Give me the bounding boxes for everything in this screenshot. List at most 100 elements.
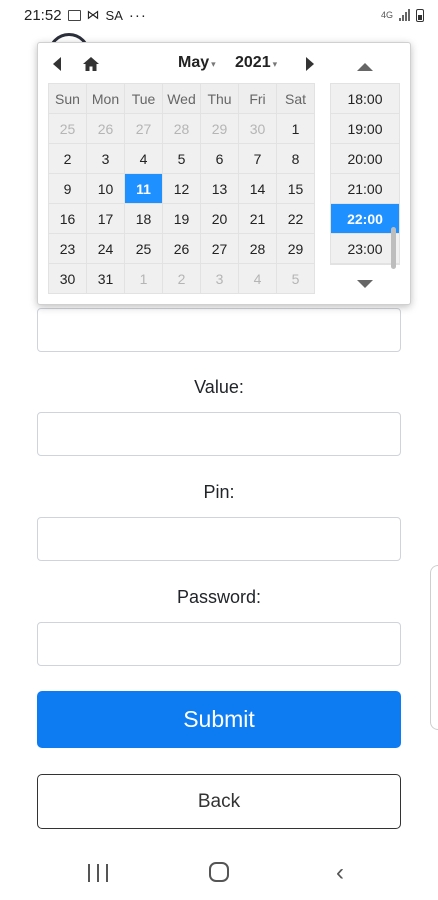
datetime-picker: May ▾ 2021 ▾ Sun Mon Tue Wed Thu Fri Sat 25 26 27 2… — [37, 42, 411, 305]
calendar-day[interactable]: 15 — [276, 173, 315, 204]
calendar-day[interactable]: 1 — [276, 113, 315, 144]
recent-apps-icon[interactable] — [88, 864, 108, 882]
calendar-day[interactable]: 26 — [86, 113, 125, 144]
weekday-header: Sat — [276, 83, 315, 114]
calendar-day[interactable]: 22 — [276, 203, 315, 234]
calendar-day[interactable]: 13 — [200, 173, 239, 204]
more-notifications-icon: ··· — [128, 6, 147, 24]
time-option[interactable]: 21:00 — [331, 174, 399, 204]
time-scrollbar[interactable] — [391, 227, 396, 269]
status-right: 4G — [380, 8, 424, 22]
calendar-day[interactable]: 4 — [238, 263, 277, 294]
calendar-week: 16 17 18 19 20 21 22 — [48, 203, 315, 234]
calendar-day[interactable]: 10 — [86, 173, 125, 204]
time-option-selected[interactable]: 22:00 — [331, 204, 399, 234]
submit-button[interactable]: Submit — [37, 691, 401, 748]
calendar-day[interactable]: 27 — [200, 233, 239, 264]
calendar-day[interactable]: 4 — [124, 143, 163, 174]
time-option[interactable]: 20:00 — [331, 144, 399, 174]
time-option[interactable]: 18:00 — [331, 84, 399, 114]
status-left: 21:52 ⋈ SA ··· — [24, 7, 147, 24]
next-month-icon[interactable] — [306, 57, 314, 71]
carrier-label: SA — [105, 7, 123, 23]
status-time: 21:52 — [24, 6, 62, 24]
prev-month-icon[interactable] — [53, 57, 61, 71]
calendar-day[interactable]: 17 — [86, 203, 125, 234]
calendar-day[interactable]: 12 — [162, 173, 201, 204]
back-button[interactable]: Back — [37, 774, 401, 829]
calendar-day[interactable]: 16 — [48, 203, 87, 234]
year-select[interactable]: 2021 ▾ — [235, 54, 277, 72]
weekday-header: Thu — [200, 83, 239, 114]
time-option[interactable]: 19:00 — [331, 114, 399, 144]
back-nav-icon[interactable]: ‹ — [336, 861, 344, 885]
calendar-week: 23 24 25 26 27 28 29 — [48, 233, 315, 264]
year-caret-icon: ▾ — [272, 59, 278, 69]
calendar-week: 30 31 1 2 3 4 5 — [48, 263, 315, 294]
calendar-day[interactable]: 28 — [162, 113, 201, 144]
home-icon[interactable] — [82, 56, 100, 72]
value-input[interactable] — [37, 412, 401, 456]
status-bar: 21:52 ⋈ SA ··· 4G — [0, 0, 438, 30]
battery-icon — [416, 8, 424, 22]
calendar-day[interactable]: 20 — [200, 203, 239, 234]
calendar-day[interactable]: 6 — [200, 143, 239, 174]
value-label: Value: — [194, 377, 244, 397]
calendar-body: 25 26 27 28 29 30 1 2 3 4 5 6 7 8 9 10 11 12 13 14 15 16 17 18 1… — [48, 113, 315, 294]
calendar-day[interactable]: 31 — [86, 263, 125, 294]
gallery-icon — [67, 9, 81, 21]
home-button-icon[interactable] — [209, 862, 229, 882]
network-type: 4G — [380, 10, 393, 20]
weekday-header: Mon — [86, 83, 125, 114]
time-up-icon[interactable] — [357, 63, 373, 71]
calendar-day[interactable]: 29 — [276, 233, 315, 264]
calendar-day[interactable]: 19 — [162, 203, 201, 234]
edge-panel-handle[interactable] — [430, 565, 438, 730]
calendar-day[interactable]: 3 — [200, 263, 239, 294]
signal-icon — [399, 9, 410, 21]
calendar-header: May ▾ 2021 ▾ — [48, 51, 320, 79]
month-select[interactable]: May ▾ — [178, 54, 216, 72]
calendar-day[interactable]: 18 — [124, 203, 163, 234]
calendar-grid: Sun Mon Tue Wed Thu Fri Sat 25 26 27 28 29 30 1 2 3 4 5 6… — [48, 83, 315, 294]
weekday-header: Wed — [162, 83, 201, 114]
calendar-day[interactable]: 25 — [48, 113, 87, 144]
month-label: May — [178, 54, 210, 71]
calendar-day[interactable]: 29 — [200, 113, 239, 144]
calendar-day[interactable]: 7 — [238, 143, 277, 174]
calendar-week: 9 10 11 12 13 14 15 — [48, 173, 315, 204]
calendar-day[interactable]: 30 — [238, 113, 277, 144]
calendar-day[interactable]: 27 — [124, 113, 163, 144]
time-column: 18:00 19:00 20:00 21:00 22:00 23:00 — [330, 51, 402, 296]
calendar-day[interactable]: 2 — [162, 263, 201, 294]
calendar-day[interactable]: 5 — [162, 143, 201, 174]
pin-label: Pin: — [203, 482, 235, 502]
calendar-day[interactable]: 1 — [124, 263, 163, 294]
calendar-day[interactable]: 26 — [162, 233, 201, 264]
month-caret-icon: ▾ — [211, 59, 216, 69]
weekday-header: Sun — [48, 83, 87, 114]
system-nav-bar: ‹ — [0, 848, 438, 900]
calendar-day-selected[interactable]: 11 — [124, 173, 163, 204]
calendar-day[interactable]: 9 — [48, 173, 87, 204]
time-down-icon[interactable] — [357, 280, 373, 288]
year-label: 2021 — [235, 54, 271, 71]
calendar-day[interactable]: 25 — [124, 233, 163, 264]
calendar-day[interactable]: 23 — [48, 233, 87, 264]
datetime-field[interactable] — [37, 308, 401, 352]
calendar-day[interactable]: 2 — [48, 143, 87, 174]
weekday-header: Tue — [124, 83, 163, 114]
calendar-day[interactable]: 5 — [276, 263, 315, 294]
calendar-day[interactable]: 8 — [276, 143, 315, 174]
calendar-day[interactable]: 24 — [86, 233, 125, 264]
calendar-day[interactable]: 28 — [238, 233, 277, 264]
calendar-week: 25 26 27 28 29 30 1 — [48, 113, 315, 144]
calendar-day[interactable]: 30 — [48, 263, 87, 294]
weekday-header: Fri — [238, 83, 277, 114]
calendar-day[interactable]: 14 — [238, 173, 277, 204]
time-option[interactable]: 23:00 — [331, 234, 399, 264]
pin-input[interactable] — [37, 517, 401, 561]
calendar-day[interactable]: 3 — [86, 143, 125, 174]
password-input[interactable] — [37, 622, 401, 666]
calendar-day[interactable]: 21 — [238, 203, 277, 234]
